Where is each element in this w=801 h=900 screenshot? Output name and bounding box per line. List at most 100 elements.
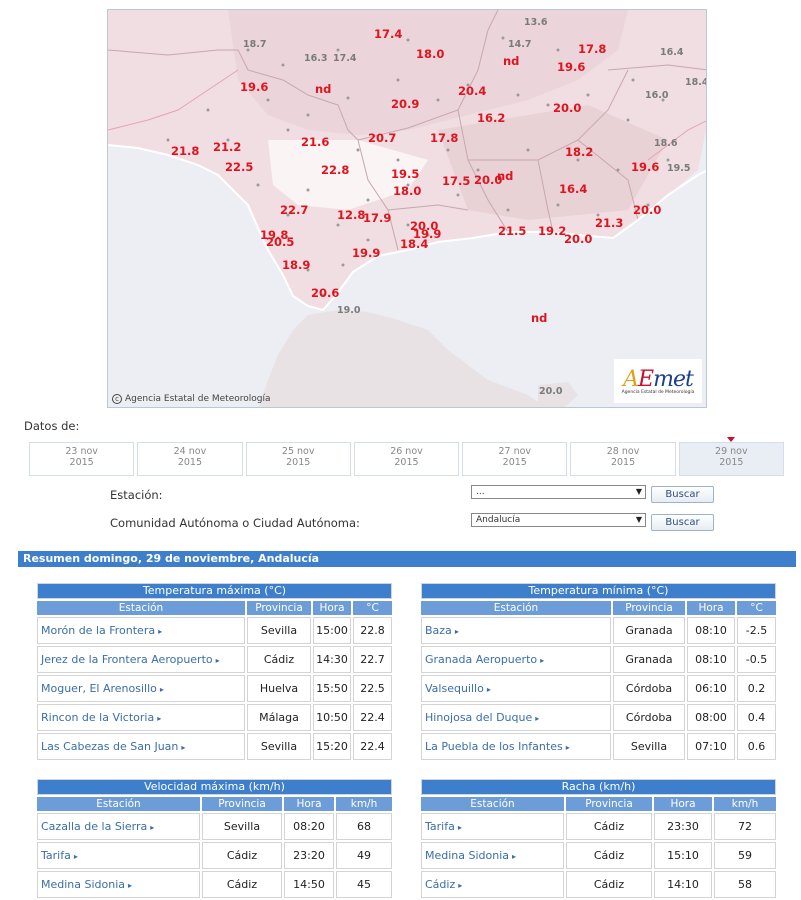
time-cell: 14:10 bbox=[654, 871, 712, 898]
date-tabs: 23 nov 2015 24 nov 2015 25 nov 2015 26 nov 2… bbox=[29, 437, 784, 476]
map-value: 22.7 bbox=[280, 203, 309, 217]
community-select[interactable]: Andalucía ▼ bbox=[471, 513, 646, 527]
date-tab-year: 2015 bbox=[719, 457, 744, 468]
station-link[interactable]: Moguer, El Arenosillo ▸ bbox=[37, 675, 245, 702]
map-value: 21.8 bbox=[171, 144, 200, 158]
time-cell: 08:00 bbox=[687, 704, 735, 731]
station-link[interactable]: Hinojosa del Duque ▸ bbox=[421, 704, 611, 731]
map-value: 21.6 bbox=[301, 135, 330, 149]
map-value: 18.0 bbox=[393, 184, 422, 198]
province-cell: Granada bbox=[613, 617, 685, 644]
date-tab-year: 2015 bbox=[610, 457, 636, 468]
table-title: Temperatura mínima (°C) bbox=[421, 583, 776, 599]
col-header: Provincia bbox=[202, 797, 282, 811]
value-cell: 0.2 bbox=[737, 675, 776, 702]
station-link[interactable]: Granada Aeropuerto ▸ bbox=[421, 646, 611, 673]
date-tab[interactable]: 28 nov 2015 bbox=[570, 442, 676, 476]
arrow-right-icon: ▸ bbox=[128, 881, 133, 890]
province-cell: Sevilla bbox=[613, 733, 685, 760]
table-row: Cádiz ▸ Cádiz 14:10 58 bbox=[421, 871, 776, 898]
map-value: 19.9 bbox=[352, 246, 381, 260]
station-link[interactable]: Cazalla de la Sierra ▸ bbox=[37, 813, 200, 840]
aemet-logo: AEmet Agencia Estatal de Meteorología bbox=[614, 359, 702, 403]
map-value: 19.6 bbox=[240, 80, 269, 94]
value-cell: 68 bbox=[336, 813, 392, 840]
tmin-table: Temperatura mínima (°C) Estación Provinc… bbox=[419, 581, 778, 762]
map-value: 17.8 bbox=[430, 131, 459, 145]
station-select[interactable]: ... ▼ bbox=[471, 485, 646, 499]
station-link[interactable]: Medina Sidonia ▸ bbox=[421, 842, 564, 869]
date-tab[interactable]: 26 nov 2015 bbox=[353, 442, 460, 476]
map-value-secondary: 16.0 bbox=[645, 90, 669, 101]
map-value: 17.4 bbox=[374, 27, 403, 41]
time-cell: 06:10 bbox=[687, 675, 735, 702]
station-link[interactable]: Valsequillo ▸ bbox=[421, 675, 611, 702]
date-tab-day: 29 nov bbox=[715, 446, 748, 457]
date-tab-day: 24 nov bbox=[173, 446, 207, 457]
date-tab[interactable]: 24 nov 2015 bbox=[137, 442, 243, 476]
dropdown-arrow-icon: ▼ bbox=[635, 487, 642, 496]
station-link[interactable]: Rincon de la Victoria ▸ bbox=[37, 704, 245, 731]
dates-label: Datos de: bbox=[24, 419, 80, 433]
time-cell: 07:10 bbox=[687, 733, 735, 760]
date-tab[interactable]: 25 nov 2015 bbox=[245, 442, 351, 476]
arrow-right-icon: ▸ bbox=[565, 743, 570, 752]
col-header: Hora bbox=[313, 601, 351, 615]
map-value: 20.5 bbox=[266, 235, 295, 249]
station-link[interactable]: Baza ▸ bbox=[421, 617, 611, 644]
date-tab-year: 2015 bbox=[394, 457, 419, 468]
table-row: Rincon de la Victoria ▸ Málaga 10:50 22.4 bbox=[37, 704, 392, 731]
station-link[interactable]: Morón de la Frontera ▸ bbox=[37, 617, 245, 644]
weather-map[interactable]: 17.4 18.0 17.8 19.6 nd 19.6 20.9 20.4 16… bbox=[107, 9, 707, 408]
station-name: Moguer, El Arenosillo bbox=[41, 682, 157, 695]
date-tab-year: 2015 bbox=[177, 457, 203, 468]
date-tab[interactable]: 27 nov 2015 bbox=[462, 442, 568, 476]
station-link[interactable]: La Puebla de los Infantes ▸ bbox=[421, 733, 611, 760]
value-cell: 0.4 bbox=[737, 704, 776, 731]
map-value: 20.7 bbox=[368, 131, 397, 145]
arrow-right-icon: ▸ bbox=[512, 852, 517, 861]
time-cell: 08:20 bbox=[284, 813, 334, 840]
station-link[interactable]: Tarifa ▸ bbox=[421, 813, 564, 840]
map-value: 19.6 bbox=[557, 60, 586, 74]
arrow-right-icon: ▸ bbox=[150, 823, 155, 832]
map-value-secondary: 13.6 bbox=[524, 17, 548, 28]
map-value-secondary: 19.5 bbox=[667, 163, 691, 174]
col-header: Provincia bbox=[247, 601, 311, 615]
value-cell: 22.4 bbox=[353, 733, 392, 760]
station-name: Baza bbox=[425, 624, 452, 637]
map-value: 16.2 bbox=[477, 111, 506, 125]
selected-marker-icon bbox=[727, 437, 736, 442]
map-value: 12.8 bbox=[337, 208, 366, 222]
community-search-button[interactable]: Buscar bbox=[651, 514, 714, 531]
map-value: nd bbox=[497, 169, 514, 183]
arrow-right-icon: ▸ bbox=[540, 656, 545, 665]
province-cell: Cádiz bbox=[202, 871, 282, 898]
time-cell: 15:00 bbox=[313, 617, 351, 644]
col-header: Estación bbox=[421, 797, 564, 811]
map-value: 21.2 bbox=[213, 140, 242, 154]
date-tab-selected[interactable]: 29 nov 2015 bbox=[678, 437, 784, 476]
station-link[interactable]: Tarifa ▸ bbox=[37, 842, 200, 869]
table-row: Hinojosa del Duque ▸ Córdoba 08:00 0.4 bbox=[421, 704, 776, 731]
vmax-table: Velocidad máxima (km/h) Estación Provinc… bbox=[35, 777, 394, 900]
map-value: 18.2 bbox=[565, 145, 594, 159]
station-select-value: ... bbox=[476, 487, 485, 497]
time-cell: 14:30 bbox=[313, 646, 351, 673]
station-name: Hinojosa del Duque bbox=[425, 711, 533, 724]
station-link[interactable]: Medina Sidonia ▸ bbox=[37, 871, 200, 898]
date-tab[interactable]: 23 nov 2015 bbox=[29, 442, 135, 476]
station-name: Valsequillo bbox=[425, 682, 484, 695]
col-header: Estación bbox=[37, 601, 245, 615]
map-value: 18.4 bbox=[400, 237, 429, 251]
arrow-right-icon: ▸ bbox=[454, 627, 459, 636]
station-link[interactable]: Cádiz ▸ bbox=[421, 871, 564, 898]
station-search-button[interactable]: Buscar bbox=[651, 486, 714, 503]
station-link[interactable]: Jerez de la Frontera Aeropuerto ▸ bbox=[37, 646, 245, 673]
col-header: km/h bbox=[714, 797, 776, 811]
province-cell: Cádiz bbox=[247, 646, 311, 673]
logo-subtitle: Agencia Estatal de Meteorología bbox=[621, 390, 695, 395]
station-link[interactable]: Las Cabezas de San Juan ▸ bbox=[37, 733, 245, 760]
col-header: °C bbox=[353, 601, 392, 615]
community-select-value: Andalucía bbox=[476, 515, 521, 525]
